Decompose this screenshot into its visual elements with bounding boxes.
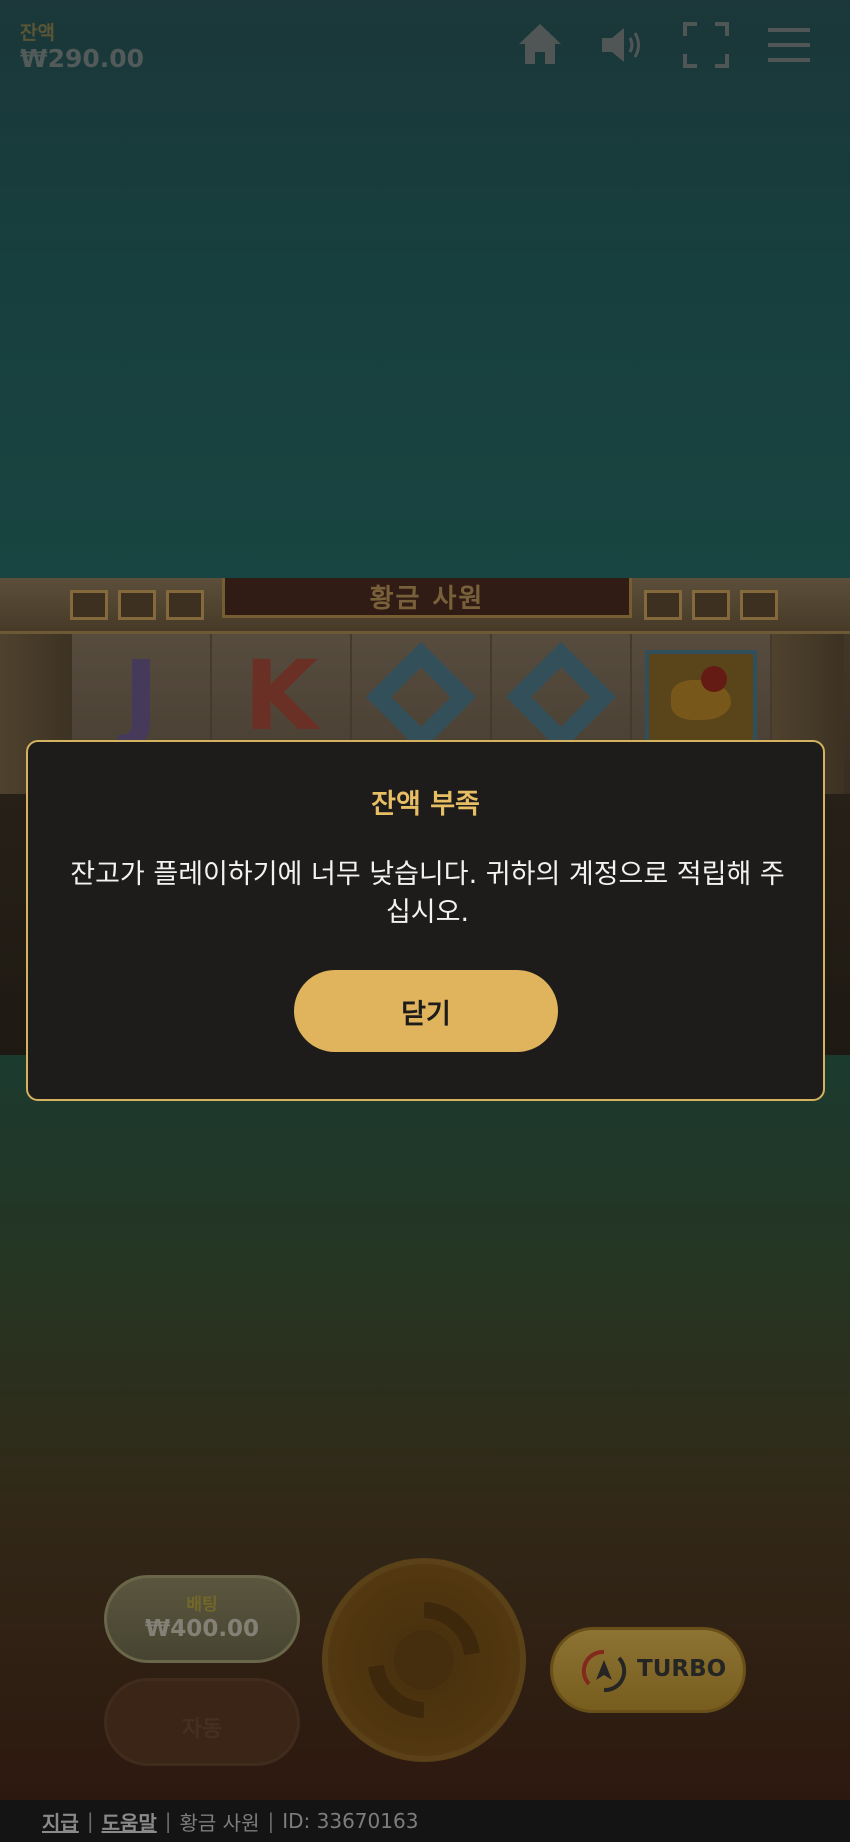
- footer-separator: |: [86, 1809, 94, 1833]
- insufficient-balance-dialog: 잔액 부족 잔고가 플레이하기에 너무 낮습니다. 귀하의 계정으로 적립해 주…: [26, 740, 825, 1101]
- close-button[interactable]: 닫기: [294, 970, 558, 1052]
- help-link[interactable]: 도움말: [102, 1807, 157, 1836]
- footer-game-id: ID: 33670163: [282, 1809, 419, 1833]
- footer-separator: |: [267, 1809, 275, 1833]
- footer-separator: |: [164, 1809, 172, 1833]
- payout-link[interactable]: 지급: [42, 1807, 79, 1836]
- footer-game-name: 황금 사원: [179, 1810, 260, 1835]
- footer-bar: 지급 | 도움말 | 황금 사원 | ID: 33670163: [0, 1800, 850, 1842]
- dialog-title: 잔액 부족: [371, 789, 480, 820]
- dialog-message: 잔고가 플레이하기에 너무 낮습니다. 귀하의 계정으로 적립해 주십시오.: [70, 859, 785, 928]
